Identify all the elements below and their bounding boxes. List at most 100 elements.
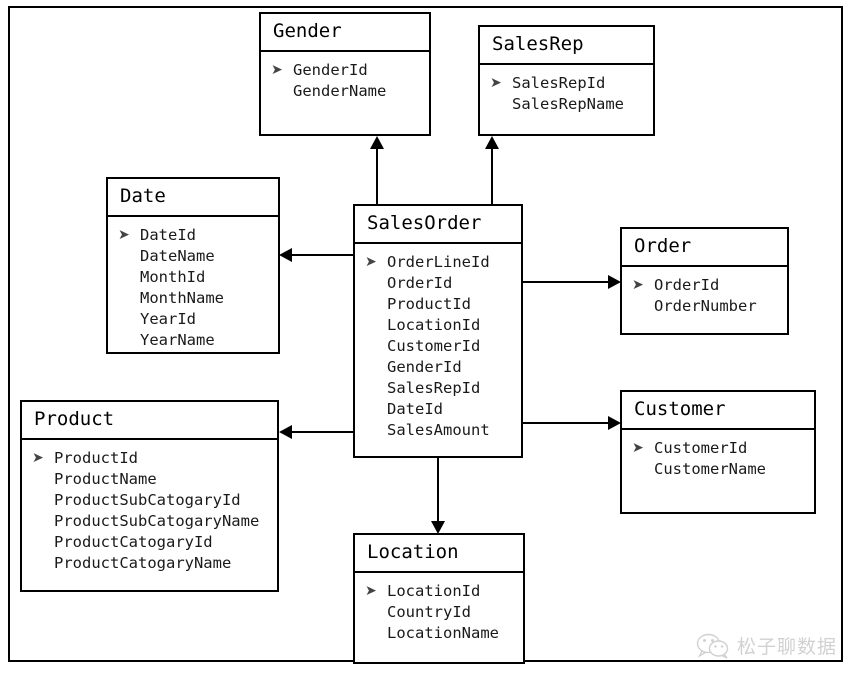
field-label: SalesAmount: [387, 421, 490, 439]
watermark-text: 松子聊数据: [736, 636, 837, 658]
field-label: ProductSubCatogaryId: [54, 491, 241, 509]
field-row: ProductSubCatogaryId: [32, 490, 277, 511]
field-row: DateId: [365, 399, 521, 420]
connector-salesorder-product: [292, 431, 354, 433]
field-label: CustomerId: [654, 439, 748, 457]
entity-gender[interactable]: Gender ➤ GenderId GenderName: [259, 12, 431, 136]
entity-location-fields: ➤ LocationId CountryId LocationName: [355, 573, 523, 652]
key-arrow-icon: ➤: [271, 62, 283, 78]
field-row: SalesRepId: [365, 378, 521, 399]
field-label: ProductName: [54, 470, 157, 488]
field-row: ➤ ProductId: [32, 448, 277, 469]
entity-date-fields: ➤ DateId DateName MonthId MonthName Year…: [108, 217, 278, 359]
entity-product[interactable]: Product ➤ ProductId ProductName ProductS…: [20, 400, 279, 592]
field-row: MonthName: [118, 288, 278, 309]
entity-gender-fields: ➤ GenderId GenderName: [261, 52, 429, 110]
field-label: MonthName: [140, 289, 224, 307]
entity-location[interactable]: Location ➤ LocationId CountryId Location…: [353, 533, 525, 664]
field-row: ➤ CustomerId: [632, 438, 814, 459]
connector-salesorder-customer: [523, 422, 609, 424]
entity-product-fields: ➤ ProductId ProductName ProductSubCatoga…: [22, 440, 277, 582]
field-label: CustomerId: [387, 337, 481, 355]
field-label: ProductCatogaryId: [54, 533, 213, 551]
entity-order-fields: ➤ OrderId OrderNumber: [622, 267, 787, 325]
key-arrow-icon: ➤: [632, 277, 644, 293]
field-row: DateName: [118, 246, 278, 267]
entity-order[interactable]: Order ➤ OrderId OrderNumber: [620, 227, 789, 335]
field-row: ➤ LocationId: [365, 581, 523, 602]
field-row: SalesAmount: [365, 420, 521, 441]
field-label: OrderLineId: [387, 253, 490, 271]
field-label: SalesRepName: [512, 95, 624, 113]
field-row: ProductCatogaryName: [32, 553, 277, 574]
connector-salesorder-location: [437, 458, 439, 522]
field-label: YearId: [140, 310, 196, 328]
entity-salesorder-fields: ➤ OrderLineId OrderId ProductId Location…: [355, 244, 521, 449]
field-row: CountryId: [365, 602, 523, 623]
key-arrow-icon: ➤: [365, 583, 377, 599]
field-label: MonthId: [140, 268, 206, 286]
field-label: GenderId: [293, 61, 368, 79]
field-row: MonthId: [118, 267, 278, 288]
field-label: ProductId: [387, 295, 471, 313]
entity-salesrep-title: SalesRep: [480, 27, 653, 65]
field-row: LocationId: [365, 315, 521, 336]
entity-salesrep[interactable]: SalesRep ➤ SalesRepId SalesRepName: [478, 25, 655, 136]
field-row: GenderName: [271, 81, 429, 102]
connector-salesorder-order: [523, 281, 609, 283]
field-row: ProductId: [365, 294, 521, 315]
field-row: ProductName: [32, 469, 277, 490]
entity-order-title: Order: [622, 229, 787, 267]
field-label: DateId: [387, 400, 443, 418]
field-label: GenderName: [293, 82, 387, 100]
field-label: DateId: [140, 226, 196, 244]
watermark: 松子聊数据: [696, 632, 837, 659]
field-row: ProductSubCatogaryName: [32, 511, 277, 532]
field-label: SalesRepId: [512, 74, 606, 92]
field-row: GenderId: [365, 357, 521, 378]
entity-product-title: Product: [22, 402, 277, 440]
arrowhead-product: [279, 425, 292, 439]
field-label: OrderNumber: [654, 297, 757, 315]
entity-salesrep-fields: ➤ SalesRepId SalesRepName: [480, 65, 653, 123]
entity-customer-title: Customer: [622, 392, 814, 430]
field-row: ProductCatogaryId: [32, 532, 277, 553]
field-row: SalesRepName: [490, 94, 653, 115]
field-row: ➤ GenderId: [271, 60, 429, 81]
field-label: ProductCatogaryName: [54, 554, 232, 572]
field-row: YearId: [118, 309, 278, 330]
entity-location-title: Location: [355, 535, 523, 573]
entity-date[interactable]: Date ➤ DateId DateName MonthId MonthName…: [106, 177, 280, 354]
field-label: SalesRepId: [387, 379, 481, 397]
entity-salesorder-title: SalesOrder: [355, 206, 521, 244]
arrowhead-gender: [370, 136, 384, 149]
field-label: CountryId: [387, 603, 471, 621]
key-arrow-icon: ➤: [32, 450, 44, 466]
connector-salesorder-date: [292, 254, 354, 256]
field-row: OrderId: [365, 273, 521, 294]
key-arrow-icon: ➤: [490, 75, 502, 91]
field-label: ProductSubCatogaryName: [54, 512, 260, 530]
field-label: YearName: [140, 331, 215, 349]
entity-gender-title: Gender: [261, 14, 429, 52]
field-row: CustomerName: [632, 459, 814, 480]
entity-customer-fields: ➤ CustomerId CustomerName: [622, 430, 814, 488]
key-arrow-icon: ➤: [365, 254, 377, 270]
entity-salesorder[interactable]: SalesOrder ➤ OrderLineId OrderId Product…: [353, 204, 523, 458]
field-label: LocationId: [387, 316, 481, 334]
key-arrow-icon: ➤: [632, 440, 644, 456]
field-label: LocationId: [387, 582, 481, 600]
wechat-icon: [696, 633, 729, 659]
field-row: ➤ DateId: [118, 225, 278, 246]
field-label: DateName: [140, 247, 215, 265]
connector-salesorder-salesrep: [491, 148, 493, 206]
field-row: LocationName: [365, 623, 523, 644]
field-label: GenderId: [387, 358, 462, 376]
diagram-canvas: Gender ➤ GenderId GenderName SalesRep ➤ …: [0, 0, 855, 677]
field-row: CustomerId: [365, 336, 521, 357]
key-arrow-icon: ➤: [118, 227, 130, 243]
arrowhead-date: [279, 248, 292, 262]
entity-customer[interactable]: Customer ➤ CustomerId CustomerName: [620, 390, 816, 514]
field-row: YearName: [118, 330, 278, 351]
field-label: OrderId: [654, 276, 720, 294]
